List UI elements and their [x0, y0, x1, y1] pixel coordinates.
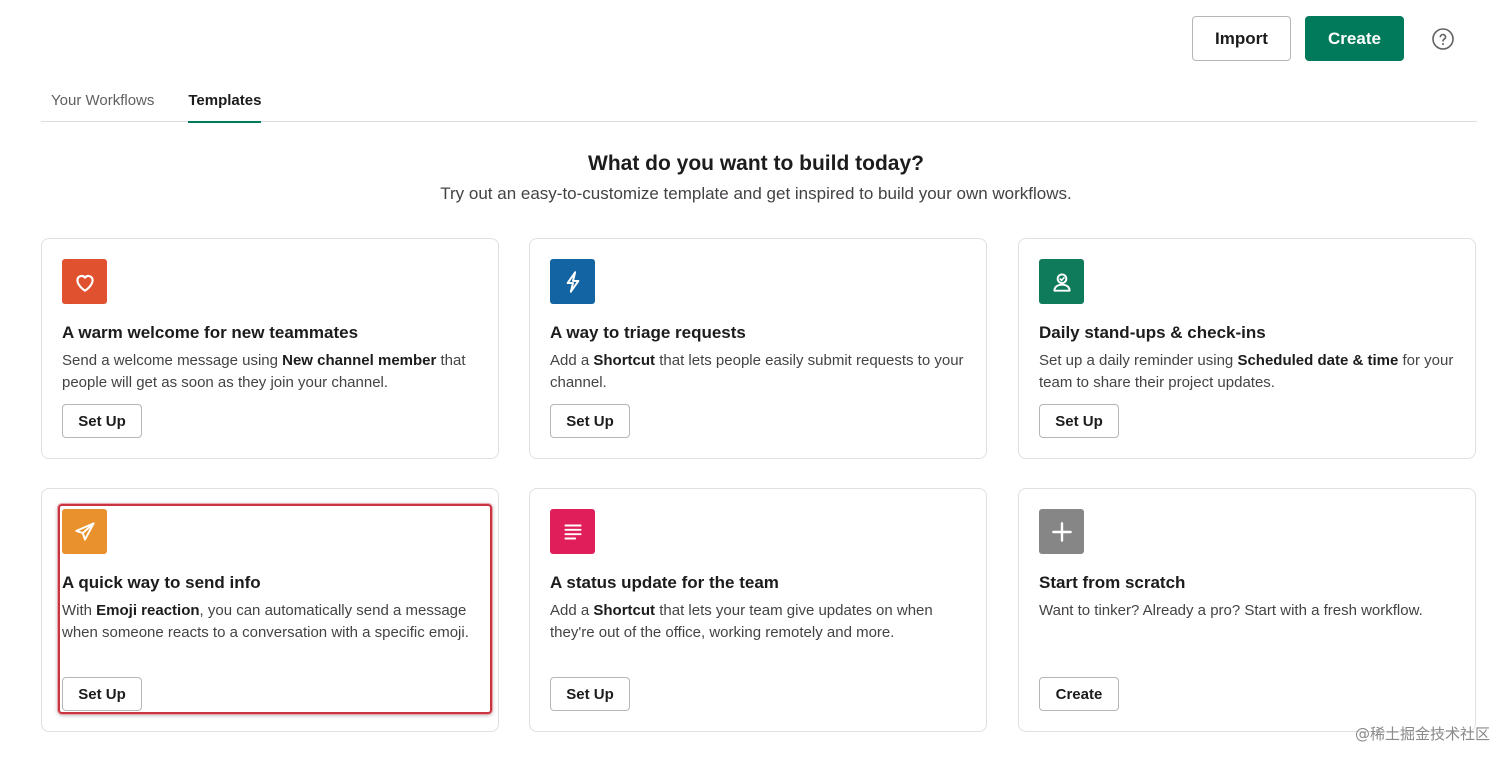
create-from-scratch-button[interactable]: Create [1039, 677, 1119, 711]
hero: What do you want to build today? Try out… [0, 152, 1512, 204]
card-description: Add a Shortcut that lets your team give … [550, 602, 933, 641]
lightning-icon [550, 259, 595, 304]
plus-icon [1039, 509, 1084, 554]
card-title: Start from scratch [1039, 573, 1186, 592]
card-description: Set up a daily reminder using Scheduled … [1039, 352, 1454, 391]
setup-button[interactable]: Set Up [62, 677, 142, 711]
card-title: A status update for the team [550, 573, 779, 592]
card-title: A way to triage requests [550, 323, 746, 342]
card-description: Send a welcome message using New channel… [62, 352, 466, 391]
template-card-standups[interactable]: Daily stand-ups & check-ins Set up a dai… [1018, 238, 1476, 459]
template-card-welcome[interactable]: A warm welcome for new teammates Send a … [41, 238, 499, 459]
page-subtitle: Try out an easy-to-customize template an… [440, 184, 1072, 203]
template-card-triage[interactable]: A way to triage requests Add a Shortcut … [529, 238, 987, 459]
setup-button[interactable]: Set Up [550, 677, 630, 711]
document-lines-icon [550, 509, 595, 554]
card-description: Want to tinker? Already a pro? Start wit… [1039, 602, 1423, 619]
template-card-send-info[interactable]: A quick way to send info With Emoji reac… [41, 488, 499, 732]
question-circle-icon[interactable] [1422, 18, 1464, 60]
template-card-scratch[interactable]: Start from scratch Want to tinker? Alrea… [1018, 488, 1476, 732]
setup-button[interactable]: Set Up [550, 404, 630, 438]
setup-button[interactable]: Set Up [62, 404, 142, 438]
template-card-status-update[interactable]: A status update for the team Add a Short… [529, 488, 987, 732]
card-description: Add a Shortcut that lets people easily s… [550, 352, 964, 391]
paper-plane-icon [62, 509, 107, 554]
card-description: With Emoji reaction, you can automatical… [62, 602, 469, 641]
card-title: Daily stand-ups & check-ins [1039, 323, 1266, 342]
heart-icon [62, 259, 107, 304]
tab-your-workflows[interactable]: Your Workflows [51, 78, 154, 122]
create-button[interactable]: Create [1305, 16, 1404, 61]
watermark: @稀土掘金技术社区 [1354, 725, 1490, 743]
page-title: What do you want to build today? [588, 152, 924, 175]
import-button[interactable]: Import [1192, 16, 1291, 61]
tab-templates[interactable]: Templates [188, 78, 262, 123]
person-check-icon [1039, 259, 1084, 304]
card-title: A warm welcome for new teammates [62, 323, 359, 342]
card-title: A quick way to send info [62, 573, 261, 592]
workflow-tabs: Your Workflows Templates [41, 78, 1477, 123]
setup-button[interactable]: Set Up [1039, 404, 1119, 438]
top-actions: Import Create [1192, 16, 1464, 61]
